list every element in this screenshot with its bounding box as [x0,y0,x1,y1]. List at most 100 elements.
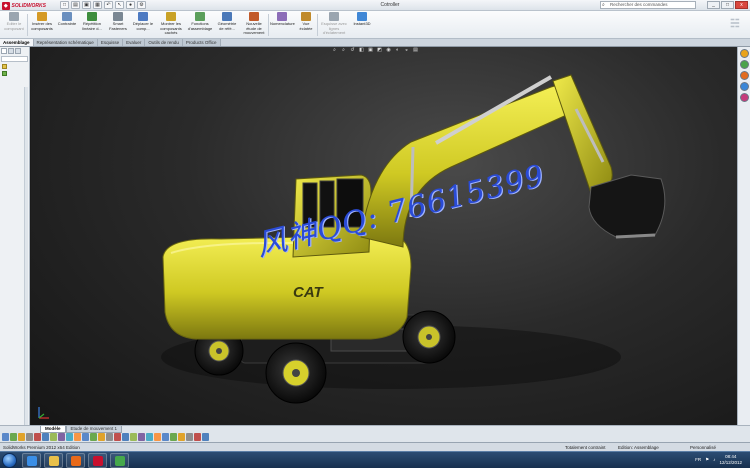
toolbar-tool-icon[interactable] [170,433,177,441]
toolbar-tool-icon[interactable] [10,433,17,441]
part-icon [2,71,7,76]
mate-button[interactable]: Contrainte [57,12,77,38]
toolbar-tool-icon[interactable] [114,433,121,441]
app-logo[interactable]: ◆ SOLIDWORKS [2,1,46,10]
ribbon-button-label: Editer le composant [4,21,24,31]
toolbar-tool-icon[interactable] [50,433,57,441]
tab-motion-study[interactable]: Etude de mouvement 1 [65,426,123,433]
move-component-button[interactable]: Déplacer le comp... [131,12,155,38]
appearances-icon[interactable] [739,93,749,102]
toolbar-tool-icon[interactable] [98,433,105,441]
toolbar-tool-icon[interactable] [178,433,185,441]
tree-filter-input[interactable] [1,56,28,62]
ribbon-button-label: Nouvelle étude de mouvement [243,21,265,36]
file-explorer-icon[interactable] [739,71,749,80]
taskbar-app-button[interactable] [66,453,85,468]
toolbar-tool-icon[interactable] [162,433,169,441]
start-button[interactable] [2,453,17,468]
minimize-button[interactable]: _ [707,1,720,9]
toolbar-tool-icon[interactable] [2,433,9,441]
app-version: SolidWorks Premium 2012 x64 Edition [3,445,80,450]
options-icon[interactable]: ⚙ [137,1,146,9]
show-hidden-icon [166,12,176,21]
panel-scrollbar[interactable] [24,87,28,427]
toolbar-tool-icon[interactable] [202,433,209,441]
toolbar-tool-icon[interactable] [138,433,145,441]
reference-geometry-button[interactable]: Géométrie de réfé... [215,12,239,38]
tree-item[interactable] [0,70,29,77]
clock[interactable]: 08:44 12/12/2012 [719,454,742,465]
design-library-icon[interactable] [739,60,749,69]
ribbon-button-label: Fonctions d'assemblage [187,21,213,31]
close-button[interactable]: x [735,1,748,9]
linear-pattern-button[interactable]: Répétition linéaire d... [79,12,105,38]
toolbar-tool-icon[interactable] [106,433,113,441]
solidworks-resources-icon[interactable] [739,49,749,58]
tab-sketch[interactable]: Esquisse [97,39,124,46]
tree-item[interactable] [0,63,29,70]
edit-component-icon [9,12,19,21]
taskbar-app-button[interactable] [22,453,41,468]
undo-icon[interactable]: ↶ [104,1,113,9]
toolbar-tool-icon[interactable] [58,433,65,441]
tab-model[interactable]: Modèle [40,426,66,433]
print-icon[interactable]: ▦ [93,1,102,9]
constraint-status: Totalement contraint [565,445,606,450]
toolbar-tool-icon[interactable] [90,433,97,441]
media-player-icon [70,456,81,466]
toolbar-tool-icon[interactable] [82,433,89,441]
reference-geometry-icon [222,12,232,21]
search-commands-input[interactable]: ⌕ Rechercher des commandes [600,1,696,9]
instant3d-button[interactable]: Instant3D [351,12,373,38]
toolbar-tool-icon[interactable] [186,433,193,441]
taskbar-app-button[interactable] [44,453,63,468]
toolbar-tool-icon[interactable] [66,433,73,441]
tab-evaluate[interactable]: Evaluer [123,39,146,46]
toolbar-tool-icon[interactable] [18,433,25,441]
bom-button[interactable]: Nomenclature [270,12,295,38]
maximize-button[interactable]: □ [721,1,734,9]
smart-fasteners-button[interactable]: Smart Fasteners [107,12,129,38]
toolbar-tool-icon[interactable] [26,433,33,441]
tab-products-office[interactable]: Products Office [182,39,221,46]
tab-render-tools[interactable]: Outils de rendu [145,39,183,46]
tab-assembly[interactable]: Assemblage [0,39,34,46]
volume-icon[interactable]: ♪ [713,457,715,462]
ribbon-separator [27,14,28,36]
new-document-icon[interactable]: □ [60,1,69,9]
toolbar-tool-icon[interactable] [146,433,153,441]
taskbar-app-button[interactable] [88,453,107,468]
toolbar-tool-icon[interactable] [122,433,129,441]
toolbar-tool-icon[interactable] [154,433,161,441]
toolbar-tool-icon[interactable] [194,433,201,441]
explode-line-sketch-button[interactable]: Esquisse avec lignes d'éclatement [319,12,349,38]
select-icon[interactable]: ↖ [115,1,124,9]
taskbar-app-button[interactable] [110,453,129,468]
insert-components-button[interactable]: Insérer des composants [29,12,55,38]
ribbon-button-label: Vue éclatée [299,21,313,31]
tab-schematic[interactable]: Représentation schématique [33,39,98,46]
new-motion-study-button[interactable]: Nouvelle étude de mouvement [241,12,267,38]
flag-icon[interactable]: ⚑ [705,457,709,463]
save-icon[interactable]: ▣ [82,1,91,9]
configuration-manager-tab[interactable] [15,48,21,54]
property-manager-tab[interactable] [8,48,14,54]
smart-fasteners-icon [113,12,123,21]
show-hidden-button[interactable]: Montrer les composants cachés [157,12,185,38]
language-indicator[interactable]: FR [695,457,701,462]
excavator-model[interactable]: CAT [31,47,737,432]
toolbar-tool-icon[interactable] [42,433,49,441]
toolbar-tool-icon[interactable] [34,433,41,441]
rebuild-icon[interactable]: ● [126,1,135,9]
feature-tree-tab[interactable] [1,48,7,54]
assembly-features-button[interactable]: Fonctions d'assemblage [187,12,213,38]
toolbar-tool-icon[interactable] [74,433,81,441]
edit-component-button[interactable]: Editer le composant [2,12,26,38]
toolbar-tool-icon[interactable] [130,433,137,441]
assembly-icon [2,64,7,69]
units-selector[interactable]: Personnalisé [690,445,716,450]
view-palette-icon[interactable] [739,82,749,91]
graphics-area[interactable]: ⌕ ⌕ ↺ ◧ ▣ ◩ ◉ ◐ ◒ ▤ CAT 风神QQ: 76615399 [31,47,737,432]
open-icon[interactable]: ▤ [71,1,80,9]
exploded-view-button[interactable]: Vue éclatée [296,12,316,38]
